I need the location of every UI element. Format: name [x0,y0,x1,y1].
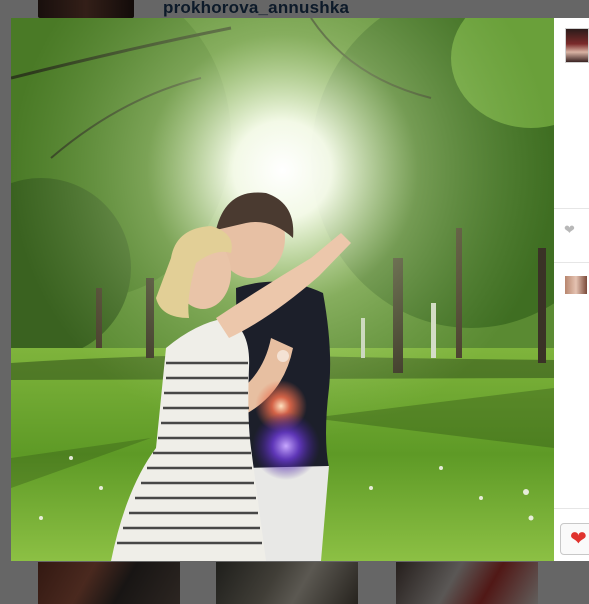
photo-lightbox: ❤ ❤ [11,18,589,561]
couple-kissing-in-park-photo [11,18,554,561]
heart-filled-icon: ❤ [570,528,587,550]
commenter-avatar[interactable] [565,276,587,294]
sidebar-divider [554,508,589,509]
photo-details-sidebar: ❤ ❤ [554,18,589,561]
heart-outline-icon: ❤ [564,222,575,237]
sidebar-divider [554,208,589,209]
user-avatar[interactable] [565,28,589,63]
sidebar-divider [554,262,589,263]
lightbox-photo[interactable] [11,18,554,561]
like-button[interactable]: ❤ [560,523,589,555]
